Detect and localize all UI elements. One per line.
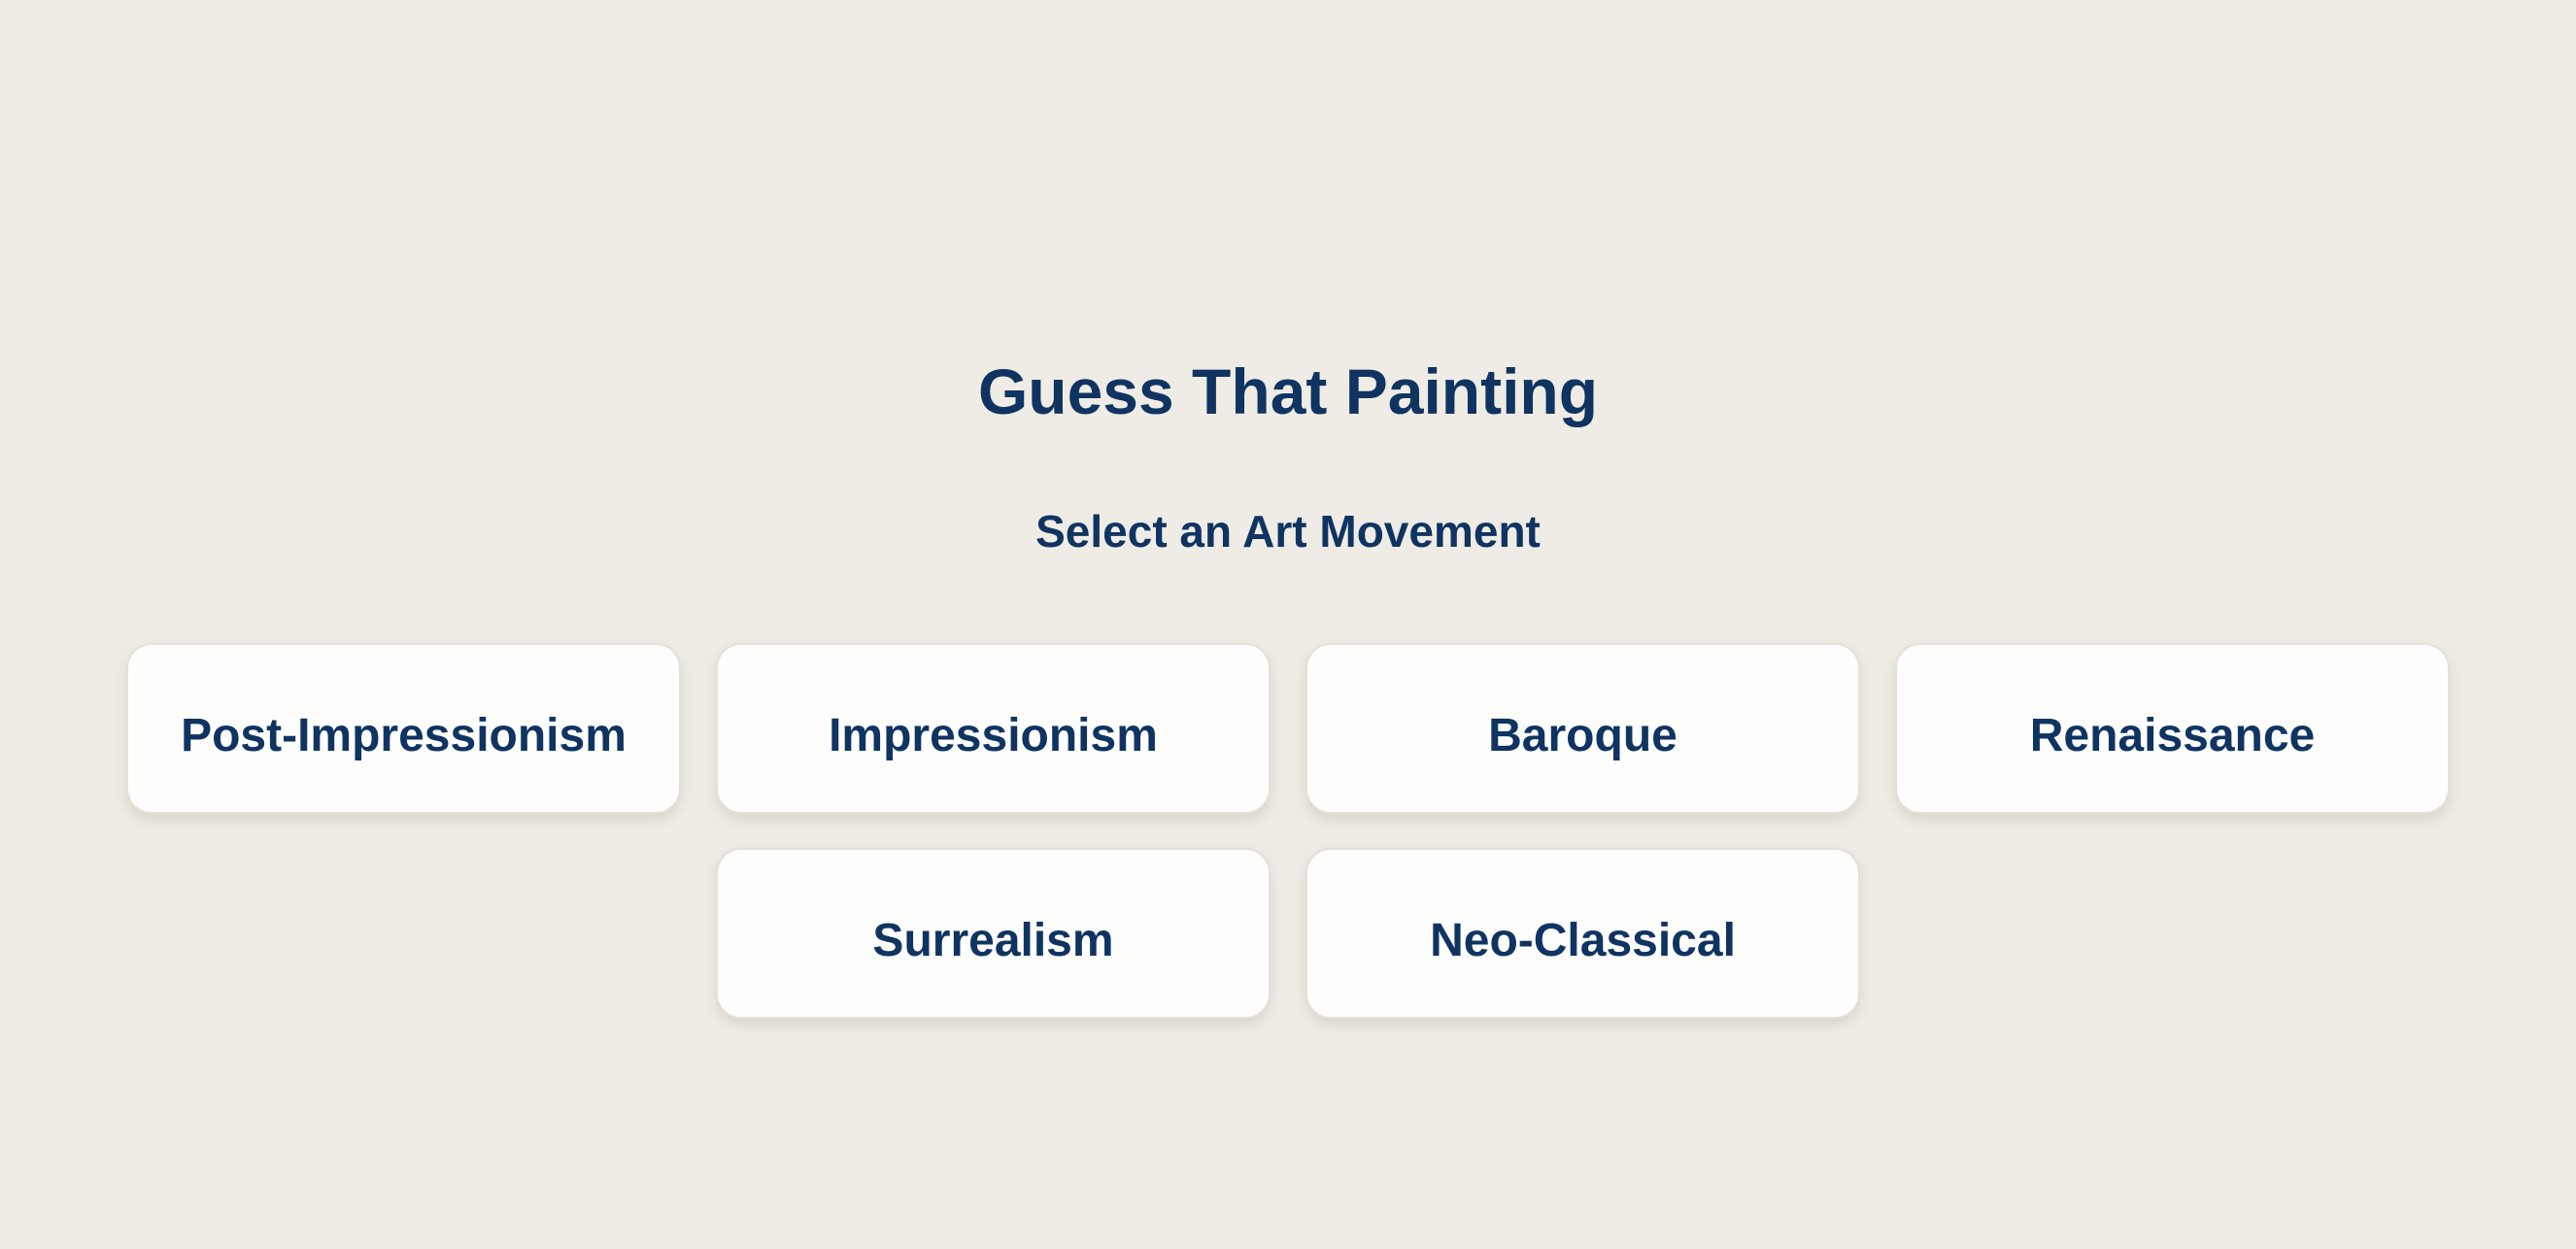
movement-button-renaissance[interactable]: Renaissance [1895, 643, 2450, 814]
page-subtitle: Select an Art Movement [1035, 506, 1541, 557]
movement-button-neo-classical[interactable]: Neo-Classical [1305, 848, 1860, 1019]
movement-button-surrealism[interactable]: Surrealism [716, 848, 1271, 1019]
movement-button-baroque[interactable]: Baroque [1305, 643, 1860, 814]
movement-button-impressionism[interactable]: Impressionism [716, 643, 1271, 814]
movement-button-post-impressionism[interactable]: Post-Impressionism [126, 643, 681, 814]
page-title: Guess That Painting [977, 355, 1599, 427]
movement-grid: Post-Impressionism Impressionism Baroque… [119, 643, 2457, 1019]
